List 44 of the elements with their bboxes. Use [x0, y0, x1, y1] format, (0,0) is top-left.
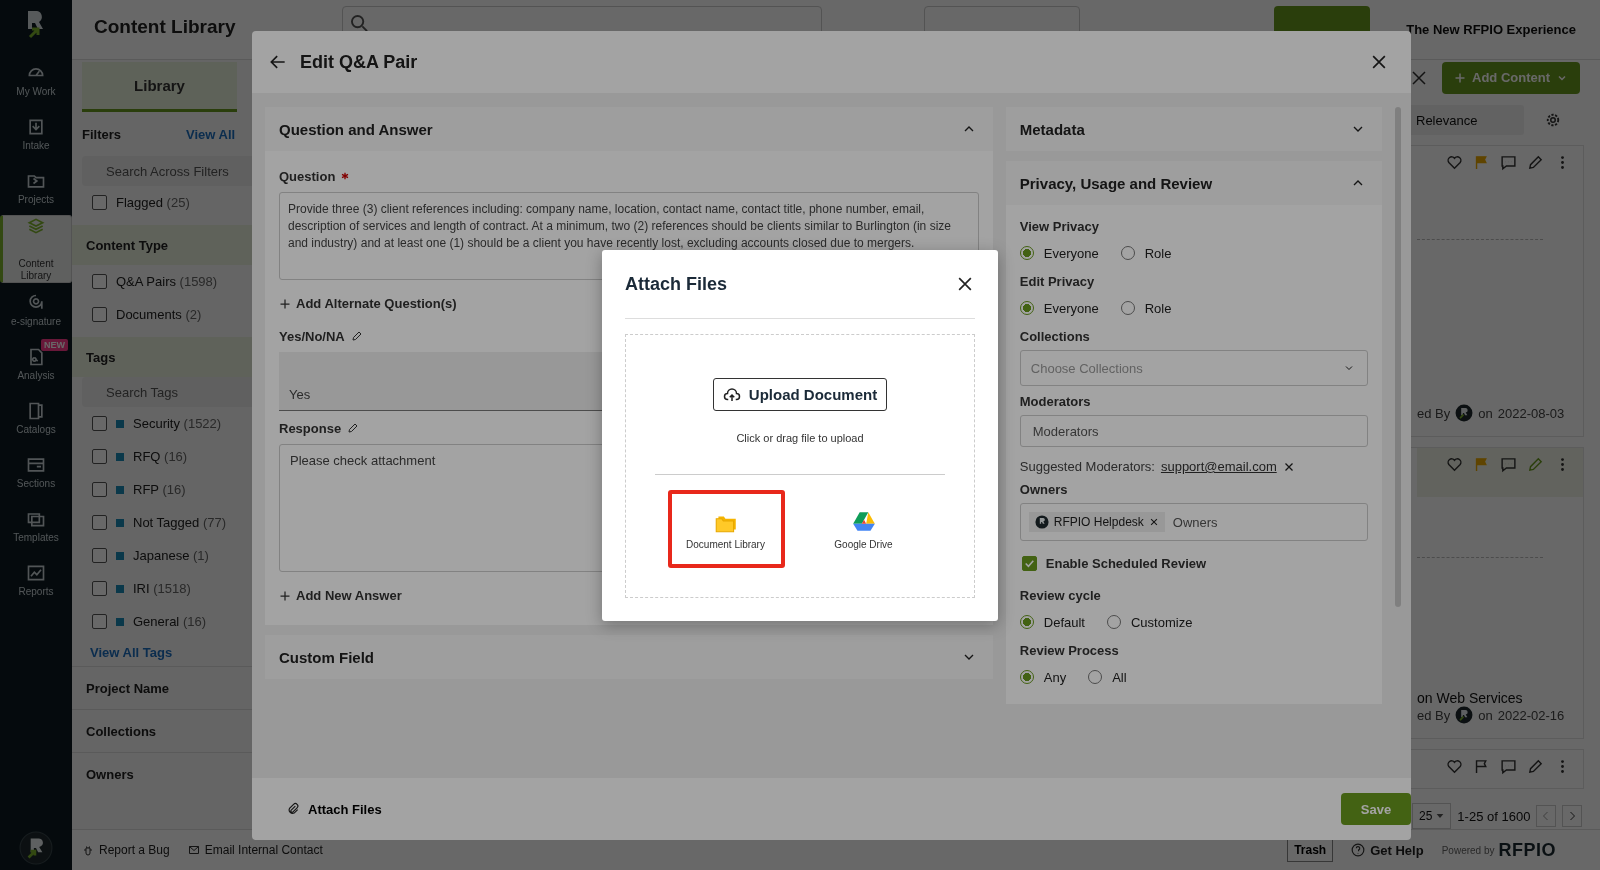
radio-label: Everyone — [1043, 300, 1099, 316]
checkbox-label: Enable Scheduled Review — [1045, 556, 1207, 571]
filter-label: Documents (2) — [116, 307, 202, 322]
new-badge: NEW — [41, 339, 68, 351]
powered-by-label: Powered by — [1441, 844, 1495, 856]
radio-label: Customize — [1131, 614, 1193, 630]
upload-hint: Click or drag file to upload — [736, 432, 864, 444]
filter-label: Japanese (1) — [133, 548, 209, 563]
author-label: ed By — [1417, 405, 1451, 421]
suggestion-label: Suggested Moderators: — [1019, 459, 1155, 474]
field-label: Moderators — [1019, 394, 1092, 409]
filter-label: Flagged (25) — [116, 195, 190, 210]
filter-label: IRI (1518) — [133, 581, 191, 596]
updated-date: 2022-02-16 — [1497, 707, 1565, 723]
date-prefix: on — [1478, 405, 1493, 421]
page-title: Content Library — [94, 16, 237, 38]
filter-label: RFQ (16) — [133, 449, 188, 464]
radio-label: All — [1112, 669, 1127, 685]
author-label: ed By — [1417, 707, 1451, 723]
radio-label: Any — [1043, 669, 1067, 685]
radio-label: Role — [1144, 300, 1172, 316]
filters-title: Filters — [82, 126, 122, 142]
field-label: Response — [279, 421, 342, 436]
radio-label: Default — [1043, 614, 1085, 630]
updated-date: 2022-08-03 — [1497, 405, 1565, 421]
field-label: View Privacy — [1019, 219, 1101, 234]
answer-snippet: on Web Services — [1417, 690, 1523, 706]
radio-label: Role — [1144, 245, 1172, 261]
field-label: Edit Privacy — [1019, 274, 1096, 289]
field-label: Review cycle — [1019, 588, 1102, 603]
filter-label: Q&A Pairs (1598) — [116, 274, 218, 289]
dialog-title: Edit Q&A Pair — [300, 51, 418, 73]
field-label: Question — [279, 169, 336, 184]
filter-label: Security (1522) — [133, 416, 222, 431]
field-label: Collections — [1019, 329, 1091, 344]
page-range: 1-25 of 1600 — [1457, 808, 1531, 824]
brand-logo: RFPIO — [1498, 839, 1556, 861]
field-label: Owners — [1019, 482, 1069, 497]
radio-label: Everyone — [1043, 245, 1099, 261]
filter-label: RFP (16) — [133, 482, 186, 497]
field-label: Review Process — [1019, 643, 1120, 658]
filter-label: General (16) — [133, 614, 206, 629]
date-prefix: on — [1478, 707, 1493, 723]
filter-label: Not Tagged (77) — [133, 515, 226, 530]
